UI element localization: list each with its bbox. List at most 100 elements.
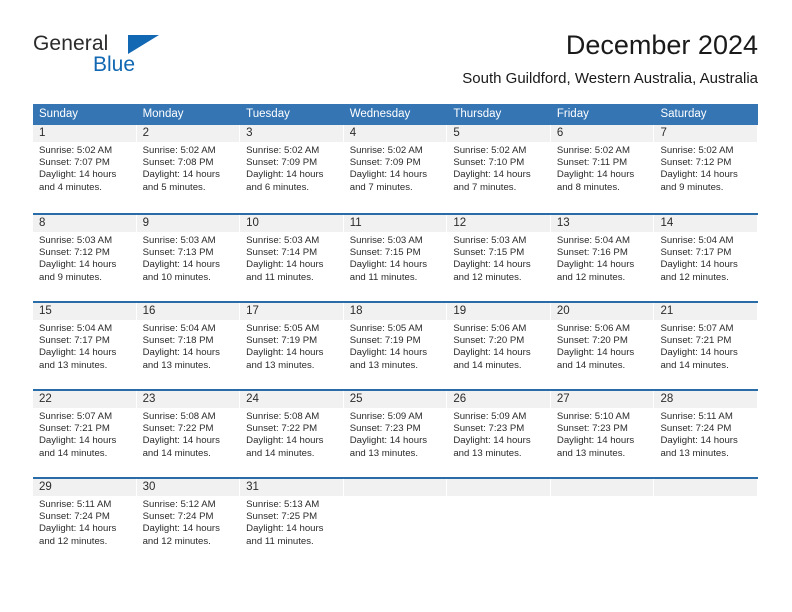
day-cell-empty bbox=[343, 479, 448, 565]
day-number: 26 bbox=[447, 391, 551, 408]
day-cell[interactable]: 28 Sunrise: 5:11 AM Sunset: 7:24 PM Dayl… bbox=[654, 391, 759, 477]
day-number: 17 bbox=[240, 303, 344, 320]
day-cell[interactable]: 30 Sunrise: 5:12 AM Sunset: 7:24 PM Dayl… bbox=[136, 479, 241, 565]
day-number: 1 bbox=[33, 125, 137, 142]
day-number bbox=[654, 479, 759, 496]
day-number: 9 bbox=[136, 215, 241, 232]
day-cell[interactable]: 5 Sunrise: 5:02 AM Sunset: 7:10 PM Dayli… bbox=[447, 125, 551, 213]
daylight-line2: and 13 minutes. bbox=[246, 359, 315, 371]
day-cell[interactable]: 17 Sunrise: 5:05 AM Sunset: 7:19 PM Dayl… bbox=[240, 303, 344, 389]
daylight-line1: Daylight: 14 hours bbox=[349, 169, 428, 181]
day-cell[interactable]: 8 Sunrise: 5:03 AM Sunset: 7:12 PM Dayli… bbox=[33, 215, 137, 301]
daylight-line2: and 13 minutes. bbox=[453, 447, 522, 459]
day-details: Sunrise: 5:02 AM Sunset: 7:12 PM Dayligh… bbox=[654, 142, 758, 194]
day-number: 5 bbox=[447, 125, 551, 142]
day-number: 25 bbox=[343, 391, 448, 408]
day-cell[interactable]: 27 Sunrise: 5:10 AM Sunset: 7:23 PM Dayl… bbox=[550, 391, 655, 477]
daylight-line1: Daylight: 14 hours bbox=[453, 169, 531, 181]
sunrise-text: Sunrise: 5:02 AM bbox=[349, 145, 423, 156]
daylight-line1: Daylight: 14 hours bbox=[39, 259, 117, 271]
day-cell-empty bbox=[447, 479, 551, 565]
sunrise-text: Sunrise: 5:02 AM bbox=[39, 145, 113, 156]
sunrise-text: Sunrise: 5:03 AM bbox=[349, 235, 423, 246]
sunset-text: Sunset: 7:09 PM bbox=[349, 157, 421, 169]
daylight-line1: Daylight: 14 hours bbox=[453, 259, 531, 271]
daylight-line2: and 14 minutes. bbox=[246, 447, 315, 459]
sunset-text: Sunset: 7:19 PM bbox=[349, 335, 421, 347]
daylight-line1: Daylight: 14 hours bbox=[39, 435, 117, 447]
sunrise-text: Sunrise: 5:03 AM bbox=[453, 235, 527, 246]
daylight-line1: Daylight: 14 hours bbox=[660, 347, 738, 359]
daylight-line2: and 13 minutes. bbox=[142, 359, 211, 371]
day-number: 15 bbox=[33, 303, 137, 320]
day-cell[interactable]: 20 Sunrise: 5:06 AM Sunset: 7:20 PM Dayl… bbox=[550, 303, 655, 389]
daylight-line1: Daylight: 14 hours bbox=[246, 347, 324, 359]
daylight-line2: and 10 minutes. bbox=[142, 271, 211, 283]
sunrise-text: Sunrise: 5:06 AM bbox=[453, 323, 527, 334]
day-cell[interactable]: 29 Sunrise: 5:11 AM Sunset: 7:24 PM Dayl… bbox=[33, 479, 137, 565]
sunset-text: Sunset: 7:21 PM bbox=[39, 423, 110, 435]
day-number: 8 bbox=[33, 215, 137, 232]
day-cell[interactable]: 26 Sunrise: 5:09 AM Sunset: 7:23 PM Dayl… bbox=[447, 391, 551, 477]
day-number: 20 bbox=[550, 303, 655, 320]
sunset-text: Sunset: 7:15 PM bbox=[349, 247, 421, 259]
day-cell[interactable]: 9 Sunrise: 5:03 AM Sunset: 7:13 PM Dayli… bbox=[136, 215, 241, 301]
daylight-line2: and 7 minutes. bbox=[453, 181, 517, 193]
day-details: Sunrise: 5:02 AM Sunset: 7:07 PM Dayligh… bbox=[33, 142, 137, 194]
weekday-header-monday: Monday bbox=[142, 108, 184, 120]
day-cell[interactable]: 13 Sunrise: 5:04 AM Sunset: 7:16 PM Dayl… bbox=[550, 215, 655, 301]
sunrise-text: Sunrise: 5:05 AM bbox=[246, 323, 320, 334]
day-details: Sunrise: 5:06 AM Sunset: 7:20 PM Dayligh… bbox=[551, 320, 655, 372]
daylight-line1: Daylight: 14 hours bbox=[39, 523, 117, 535]
day-details: Sunrise: 5:11 AM Sunset: 7:24 PM Dayligh… bbox=[33, 496, 137, 548]
day-details: Sunrise: 5:11 AM Sunset: 7:24 PM Dayligh… bbox=[654, 408, 758, 460]
daylight-line1: Daylight: 14 hours bbox=[660, 259, 738, 271]
day-cell[interactable]: 21 Sunrise: 5:07 AM Sunset: 7:21 PM Dayl… bbox=[654, 303, 759, 389]
day-cell[interactable]: 19 Sunrise: 5:06 AM Sunset: 7:20 PM Dayl… bbox=[447, 303, 551, 389]
day-cell[interactable]: 7 Sunrise: 5:02 AM Sunset: 7:12 PM Dayli… bbox=[654, 125, 759, 213]
daylight-line2: and 12 minutes. bbox=[142, 535, 211, 547]
calendar-page: General Blue December 2024 South Guildfo… bbox=[0, 0, 792, 612]
sunrise-text: Sunrise: 5:03 AM bbox=[39, 235, 113, 246]
day-cell[interactable]: 6 Sunrise: 5:02 AM Sunset: 7:11 PM Dayli… bbox=[550, 125, 655, 213]
day-details: Sunrise: 5:03 AM Sunset: 7:12 PM Dayligh… bbox=[33, 232, 137, 284]
sunrise-text: Sunrise: 5:08 AM bbox=[246, 411, 320, 422]
day-cell[interactable]: 3 Sunrise: 5:02 AM Sunset: 7:09 PM Dayli… bbox=[240, 125, 344, 213]
day-cell[interactable]: 15 Sunrise: 5:04 AM Sunset: 7:17 PM Dayl… bbox=[33, 303, 137, 389]
sunset-text: Sunset: 7:20 PM bbox=[556, 335, 628, 347]
sunset-text: Sunset: 7:08 PM bbox=[142, 157, 214, 169]
sunrise-text: Sunrise: 5:02 AM bbox=[556, 145, 630, 156]
day-number: 30 bbox=[136, 479, 241, 496]
sunrise-text: Sunrise: 5:10 AM bbox=[556, 411, 630, 422]
daylight-line2: and 14 minutes. bbox=[39, 447, 108, 459]
sunset-text: Sunset: 7:09 PM bbox=[246, 157, 318, 169]
day-cell[interactable]: 23 Sunrise: 5:08 AM Sunset: 7:22 PM Dayl… bbox=[136, 391, 241, 477]
day-cell[interactable]: 24 Sunrise: 5:08 AM Sunset: 7:22 PM Dayl… bbox=[240, 391, 344, 477]
page-header: General Blue December 2024 South Guildfo… bbox=[33, 28, 758, 96]
day-cell[interactable]: 2 Sunrise: 5:02 AM Sunset: 7:08 PM Dayli… bbox=[136, 125, 241, 213]
day-cell[interactable]: 25 Sunrise: 5:09 AM Sunset: 7:23 PM Dayl… bbox=[343, 391, 448, 477]
day-cell[interactable]: 22 Sunrise: 5:07 AM Sunset: 7:21 PM Dayl… bbox=[33, 391, 137, 477]
day-cell[interactable]: 1 Sunrise: 5:02 AM Sunset: 7:07 PM Dayli… bbox=[33, 125, 137, 213]
daylight-line1: Daylight: 14 hours bbox=[556, 259, 635, 271]
daylight-line2: and 12 minutes. bbox=[39, 535, 108, 547]
daylight-line1: Daylight: 14 hours bbox=[142, 347, 220, 359]
day-cell-empty bbox=[550, 479, 655, 565]
sunrise-text: Sunrise: 5:04 AM bbox=[556, 235, 630, 246]
day-cell[interactable]: 16 Sunrise: 5:04 AM Sunset: 7:18 PM Dayl… bbox=[136, 303, 241, 389]
day-cell-empty bbox=[654, 479, 759, 565]
day-cell[interactable]: 14 Sunrise: 5:04 AM Sunset: 7:17 PM Dayl… bbox=[654, 215, 759, 301]
daylight-line1: Daylight: 14 hours bbox=[556, 347, 635, 359]
day-details: Sunrise: 5:12 AM Sunset: 7:24 PM Dayligh… bbox=[137, 496, 241, 548]
daylight-line1: Daylight: 14 hours bbox=[556, 169, 635, 181]
day-cell[interactable]: 4 Sunrise: 5:02 AM Sunset: 7:09 PM Dayli… bbox=[343, 125, 448, 213]
day-cell[interactable]: 31 Sunrise: 5:13 AM Sunset: 7:25 PM Dayl… bbox=[240, 479, 344, 565]
day-cell[interactable]: 18 Sunrise: 5:05 AM Sunset: 7:19 PM Dayl… bbox=[343, 303, 448, 389]
day-cell[interactable]: 10 Sunrise: 5:03 AM Sunset: 7:14 PM Dayl… bbox=[240, 215, 344, 301]
daylight-line1: Daylight: 14 hours bbox=[453, 435, 531, 447]
page-subtitle: South Guildford, Western Australia, Aust… bbox=[462, 70, 758, 87]
weekday-header-sunday: Sunday bbox=[39, 108, 79, 120]
day-cell[interactable]: 12 Sunrise: 5:03 AM Sunset: 7:15 PM Dayl… bbox=[447, 215, 551, 301]
sunrise-text: Sunrise: 5:13 AM bbox=[246, 499, 320, 510]
day-cell[interactable]: 11 Sunrise: 5:03 AM Sunset: 7:15 PM Dayl… bbox=[343, 215, 448, 301]
